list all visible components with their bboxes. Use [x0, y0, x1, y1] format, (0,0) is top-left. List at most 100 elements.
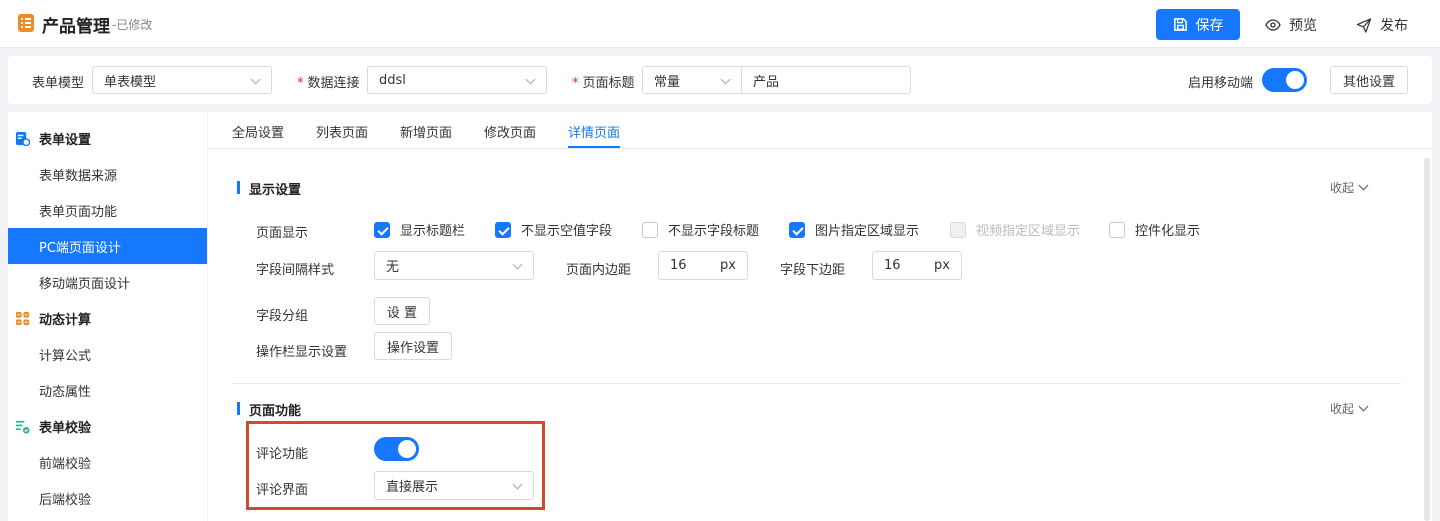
display-collapse-button[interactable]: 收起	[1330, 179, 1369, 196]
collapse-label: 收起	[1330, 402, 1355, 416]
publish-button[interactable]: 发布	[1356, 15, 1408, 35]
checkbox-hide-field-title[interactable]: 不显示字段标题	[642, 220, 759, 239]
field-group-label: 字段分组	[256, 309, 309, 324]
checkbox-empty-icon	[642, 221, 658, 238]
comment-ui-label: 评论界面	[256, 483, 309, 498]
document-icon	[18, 14, 34, 32]
modified-status: -已修改	[112, 18, 153, 32]
sidebar-item-formula[interactable]: 计算公式	[8, 336, 207, 372]
mobile-toggle[interactable]	[1262, 68, 1307, 92]
page-title-value: 产品	[753, 74, 780, 90]
comment-ui-select[interactable]: 直接展示	[374, 471, 534, 500]
scrollbar[interactable]	[1424, 158, 1430, 521]
sidebar-item-mobile-page-design[interactable]: 移动端页面设计	[8, 264, 207, 300]
page-title-label: * 页面标题	[572, 76, 635, 91]
sidebar-item-pc-page-design[interactable]: PC端页面设计	[8, 228, 207, 264]
checkbox-label: 不显示空值字段	[521, 224, 613, 239]
page-title-input[interactable]: 产品	[741, 66, 911, 94]
chevron-down-icon	[512, 479, 523, 490]
comment-function-toggle[interactable]	[374, 437, 419, 461]
checkbox-checked-icon	[495, 221, 511, 238]
field-bottom-margin-input[interactable]: 16 px	[872, 251, 962, 280]
sidebar-group-form-settings[interactable]: 表单设置	[8, 120, 207, 156]
page-function-title: 页面功能	[237, 400, 301, 419]
sidebar-item-frontend-validation[interactable]: 前端校验	[8, 444, 207, 480]
page-title-type-select[interactable]: 常量	[642, 66, 742, 94]
checkbox-label: 视频指定区域显示	[976, 224, 1081, 239]
field-bottom-margin-label: 字段下边距	[780, 263, 846, 278]
chevron-down-icon	[525, 74, 536, 85]
field-spacing-value: 无	[386, 260, 400, 275]
sidebar-item-form-page-function[interactable]: 表单页面功能	[8, 192, 207, 228]
checkbox-checked-icon	[374, 221, 390, 238]
checkbox-disabled-icon	[950, 221, 966, 238]
field-spacing-label: 字段间隔样式	[256, 263, 335, 278]
display-settings-title: 显示设置	[237, 179, 301, 198]
form-config-bar: 表单模型 单表模型 * 数据连接 ddsl * 页面标题 常量 产品 启用移动端 其…	[8, 56, 1432, 104]
tab-edit-page[interactable]: 修改页面	[484, 122, 536, 141]
sidebar: 表单设置 表单数据来源 表单页面功能 PC端页面设计 移动端页面设计 动态计算 …	[8, 112, 207, 521]
data-conn-label: * 数据连接	[297, 76, 360, 91]
sidebar-item-form-data-source[interactable]: 表单数据来源	[8, 156, 207, 192]
save-button[interactable]: 保存	[1156, 9, 1240, 40]
checkbox-label: 显示标题栏	[400, 224, 466, 239]
page-display-label: 页面显示	[256, 226, 309, 241]
form-model-select[interactable]: 单表模型	[92, 66, 272, 94]
data-conn-value: ddsl	[379, 72, 406, 88]
chevron-down-icon	[1358, 180, 1369, 191]
other-settings-button[interactable]: 其他设置	[1330, 66, 1408, 94]
sidebar-group-label: 表单校验	[39, 420, 92, 436]
field-bottom-margin-unit: px	[934, 258, 950, 273]
page-padding-value: 16	[670, 258, 687, 273]
sidebar-group-validation[interactable]: 表单校验	[8, 408, 207, 444]
chevron-down-icon	[250, 74, 261, 85]
send-icon	[1356, 17, 1372, 33]
form-model-value: 单表模型	[104, 74, 157, 90]
tab-add-page[interactable]: 新增页面	[400, 122, 452, 141]
sidebar-item-dynamic-attr[interactable]: 动态属性	[8, 372, 207, 408]
field-bottom-margin-value: 16	[884, 258, 901, 273]
checkbox-image-area-display[interactable]: 图片指定区域显示	[789, 220, 919, 239]
validate-icon	[15, 420, 30, 434]
sidebar-group-label: 动态计算	[39, 312, 92, 328]
tab-global-settings[interactable]: 全局设置	[232, 122, 284, 141]
checkbox-control-display[interactable]: 控件化显示	[1109, 220, 1200, 239]
checkbox-show-title-bar[interactable]: 显示标题栏	[374, 220, 465, 239]
active-tab-indicator	[568, 146, 620, 148]
page-title: 产品管理	[42, 17, 110, 37]
checkbox-video-area-display: 视频指定区域显示	[950, 220, 1080, 239]
function-collapse-button[interactable]: 收起	[1330, 400, 1369, 417]
calculator-icon	[15, 311, 30, 325]
chevron-down-icon	[1358, 401, 1369, 412]
checkbox-label: 不显示字段标题	[668, 224, 760, 239]
section-divider	[232, 383, 1401, 384]
toolbar-settings-button[interactable]: 操作设置	[374, 332, 452, 360]
data-conn-select[interactable]: ddsl	[367, 66, 547, 94]
page-title-type-value: 常量	[654, 74, 681, 90]
checkbox-checked-icon	[789, 221, 805, 238]
preview-button[interactable]: 预览	[1265, 15, 1317, 35]
save-icon	[1173, 18, 1187, 31]
checkbox-hide-empty-fields[interactable]: 不显示空值字段	[495, 220, 612, 239]
chevron-down-icon	[720, 74, 731, 85]
sidebar-group-dynamic-calc[interactable]: 动态计算	[8, 300, 207, 336]
page-padding-input[interactable]: 16 px	[658, 251, 748, 280]
field-spacing-select[interactable]: 无	[374, 251, 534, 280]
sidebar-item-backend-validation[interactable]: 后端校验	[8, 480, 207, 516]
page-padding-unit: px	[720, 258, 736, 273]
chevron-down-icon	[512, 259, 523, 270]
checkbox-empty-icon	[1109, 221, 1125, 238]
mobile-label: 启用移动端	[1188, 76, 1254, 91]
tab-detail-page[interactable]: 详情页面	[568, 122, 620, 141]
field-group-settings-button[interactable]: 设 置	[374, 297, 430, 325]
toolbar-display-label: 操作栏显示设置	[256, 345, 348, 360]
form-model-label: 表单模型	[32, 76, 85, 91]
publish-label: 发布	[1380, 18, 1408, 34]
save-label: 保存	[1195, 17, 1224, 34]
main-panel: 全局设置 列表页面 新增页面 修改页面 详情页面 显示设置 收起 页面显示 显示…	[208, 112, 1432, 521]
tab-list-page[interactable]: 列表页面	[316, 122, 368, 141]
sidebar-group-label: 表单设置	[39, 132, 92, 148]
page-tabs: 全局设置 列表页面 新增页面 修改页面 详情页面	[208, 112, 1432, 149]
collapse-label: 收起	[1330, 181, 1355, 195]
top-header: 产品管理 -已修改 保存 预览 发布	[0, 0, 1440, 48]
